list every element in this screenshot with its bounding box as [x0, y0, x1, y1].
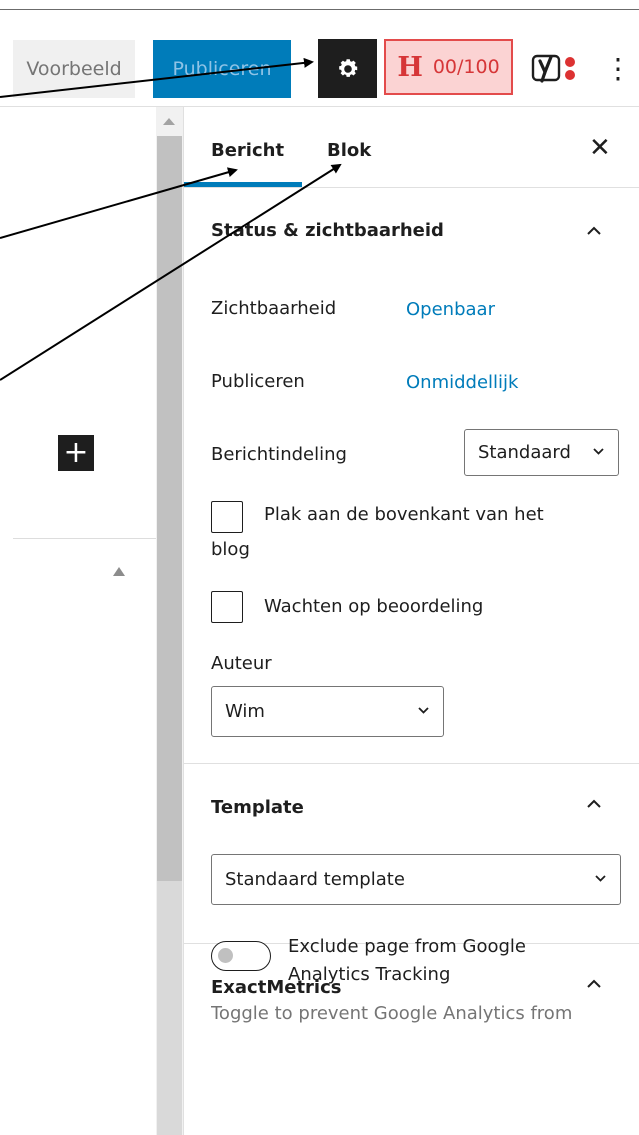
chevron-down-icon — [595, 874, 606, 882]
author-select[interactable]: Wim — [211, 686, 444, 737]
visibility-label: Zichtbaarheid — [211, 298, 337, 319]
template-panel-title[interactable]: Template — [211, 797, 304, 818]
collapse-up-icon[interactable] — [113, 567, 125, 576]
chevron-down-icon — [593, 447, 604, 455]
exclude-tracking-toggle[interactable] — [211, 941, 271, 971]
post-format-value: Standaard — [478, 442, 571, 463]
panel-divider — [184, 763, 639, 764]
editor-divider — [13, 538, 156, 539]
scroll-up-arrow-icon[interactable] — [163, 118, 175, 125]
sticky-label-line1: Plak aan de bovenkant van het — [264, 504, 544, 525]
gear-icon — [338, 58, 357, 77]
sticky-checkbox[interactable] — [211, 501, 243, 533]
editor-canvas: + — [0, 107, 156, 1135]
settings-sidebar: Bericht Blok ✕ Status & zichtbaarheid Zi… — [183, 107, 639, 1135]
post-format-select[interactable]: Standaard — [464, 429, 619, 476]
exclude-tracking-label: Exclude page from Google Analytics Track… — [288, 936, 526, 985]
headline-score: 00/100 — [432, 56, 500, 78]
pending-review-label: Wachten op beoordeling — [264, 596, 484, 617]
chevron-up-icon[interactable] — [587, 224, 601, 238]
headline-score-button[interactable]: H 00/100 — [384, 39, 513, 95]
publish-label: Publiceren — [211, 371, 305, 392]
editor-toolbar: Voorbeeld Publiceren H 00/100 ⋮ — [0, 10, 639, 107]
scrollbar-lower-track — [157, 881, 182, 1135]
template-value: Standaard template — [225, 869, 405, 890]
pending-review-checkbox[interactable] — [211, 591, 243, 623]
tab-bericht[interactable]: Bericht — [211, 140, 284, 161]
publish-button[interactable]: Publiceren — [153, 40, 291, 98]
toggle-knob — [218, 948, 233, 963]
close-sidebar-button[interactable]: ✕ — [589, 133, 611, 163]
chevron-up-icon[interactable] — [587, 977, 601, 991]
author-value: Wim — [225, 701, 265, 722]
yoast-icon — [531, 54, 575, 83]
template-select[interactable]: Standaard template — [211, 854, 621, 905]
settings-button[interactable] — [318, 39, 377, 98]
yoast-seo-button[interactable] — [527, 44, 585, 92]
chevron-down-icon — [418, 706, 429, 714]
headline-logo-icon: H — [397, 51, 423, 83]
status-panel-title[interactable]: Status & zichtbaarheid — [211, 220, 444, 241]
exactmetrics-help-text: Toggle to prevent Google Analytics from — [211, 1003, 573, 1024]
visibility-link[interactable]: Openbaar — [406, 299, 495, 320]
publish-date-link[interactable]: Onmiddellijk — [406, 372, 518, 393]
preview-button[interactable]: Voorbeeld — [13, 40, 135, 98]
sidebar-tabs: Bericht Blok ✕ — [184, 107, 639, 188]
more-options-button[interactable]: ⋮ — [603, 44, 633, 92]
sticky-label-line2: blog — [211, 539, 250, 560]
format-label: Berichtindeling — [211, 444, 347, 465]
add-block-button[interactable]: + — [58, 435, 94, 471]
author-label: Auteur — [211, 653, 272, 674]
tab-blok[interactable]: Blok — [327, 140, 371, 161]
scrollbar-thumb[interactable] — [157, 136, 182, 881]
active-tab-indicator — [184, 182, 302, 187]
chevron-up-icon[interactable] — [587, 797, 601, 811]
